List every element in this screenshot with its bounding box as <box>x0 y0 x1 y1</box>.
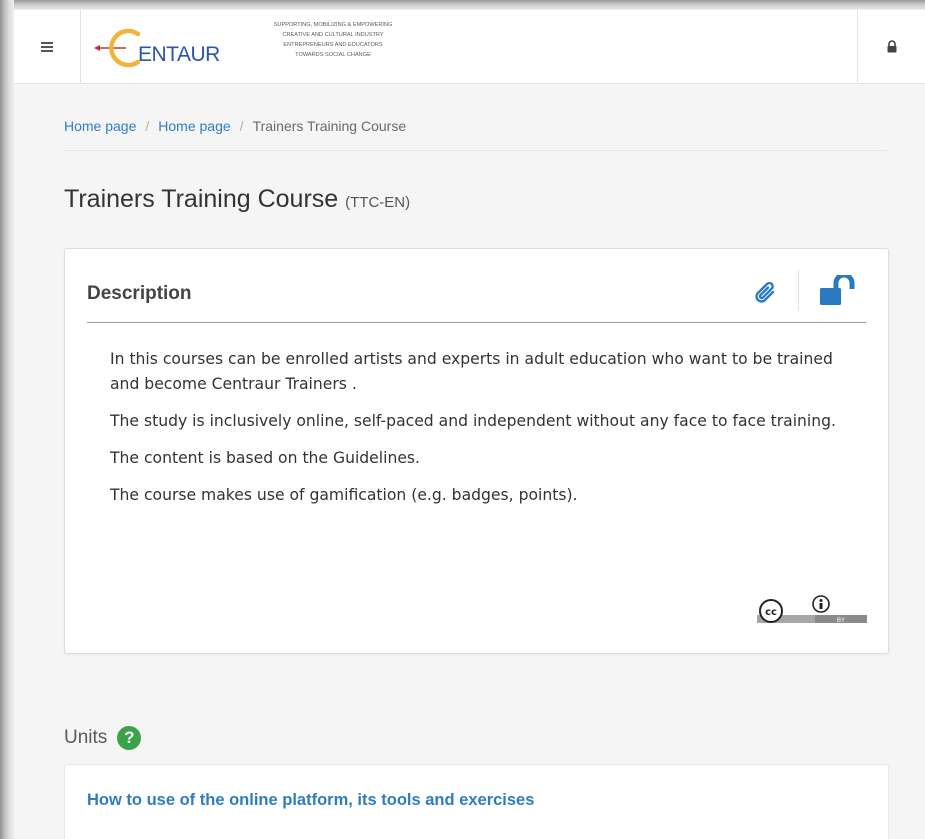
description-paragraph: The study is inclusively online, self-pa… <box>110 412 836 430</box>
icon-divider <box>798 270 799 310</box>
units-heading: Units ? <box>64 726 142 750</box>
tagline-line: towards social change <box>295 52 371 58</box>
description-title: Description <box>87 283 192 304</box>
breadcrumb-divider <box>64 150 887 151</box>
cc-license-label: BY <box>837 618 845 623</box>
tagline-line: creative and cultural industry <box>282 32 384 38</box>
unlock-icon[interactable] <box>819 272 857 312</box>
tagline-line: Supporting, mobilizing & empowering <box>273 22 393 28</box>
tagline-line: entrepreneurs and educators <box>283 42 383 48</box>
breadcrumb-separator: / <box>239 118 244 134</box>
description-card: Description In this courses can be enrol… <box>64 248 889 654</box>
site-logo[interactable]: ENTAUR <box>92 22 252 72</box>
unit-card: How to use of the online platform, its t… <box>64 764 889 839</box>
login-lock-button[interactable] <box>857 10 925 83</box>
breadcrumb-current: Trainers Training Course <box>252 118 407 134</box>
description-divider <box>87 322 866 323</box>
course-title: Trainers Training Course <box>64 185 339 213</box>
breadcrumb-separator: / <box>145 118 150 134</box>
unit-title-link[interactable]: How to use of the online platform, its t… <box>87 791 534 810</box>
creative-commons-by-icon[interactable]: BY cc <box>757 593 867 628</box>
site-tagline: Supporting, mobilizing & empowering crea… <box>250 20 416 60</box>
breadcrumb: Home page / Home page / Trainers Training Co… <box>64 118 406 134</box>
hamburger-menu-button[interactable] <box>14 10 81 83</box>
help-icon[interactable]: ? <box>117 726 142 750</box>
description-paragraph: In this courses can be enrolled artists … <box>110 350 833 393</box>
description-body: In this courses can be enrolled artists … <box>110 347 855 520</box>
browser-viewport: ENTAUR Supporting, mobilizing & empoweri… <box>14 10 925 839</box>
breadcrumb-home-link-2[interactable]: Home page <box>158 118 230 134</box>
description-paragraph: The content is based on the Guidelines. <box>110 449 421 467</box>
breadcrumb-home-link[interactable]: Home page <box>64 118 136 134</box>
course-code: (TTC-EN) <box>345 194 411 211</box>
units-title: Units <box>64 727 108 748</box>
window-frame-left <box>0 0 14 839</box>
top-navbar: ENTAUR Supporting, mobilizing & empoweri… <box>14 10 925 84</box>
page-title: Trainers Training Course (TTC-EN) <box>64 185 410 214</box>
description-paragraph: The course makes use of gamification (e.… <box>110 486 578 504</box>
window-frame-top <box>0 0 925 10</box>
logo-wordmark: ENTAUR <box>138 43 220 66</box>
lock-icon <box>887 40 897 53</box>
paperclip-icon[interactable] <box>753 279 779 310</box>
logo-crescent-icon <box>94 28 141 68</box>
svg-text:cc: cc <box>765 607 777 618</box>
hamburger-menu-icon <box>41 41 53 52</box>
